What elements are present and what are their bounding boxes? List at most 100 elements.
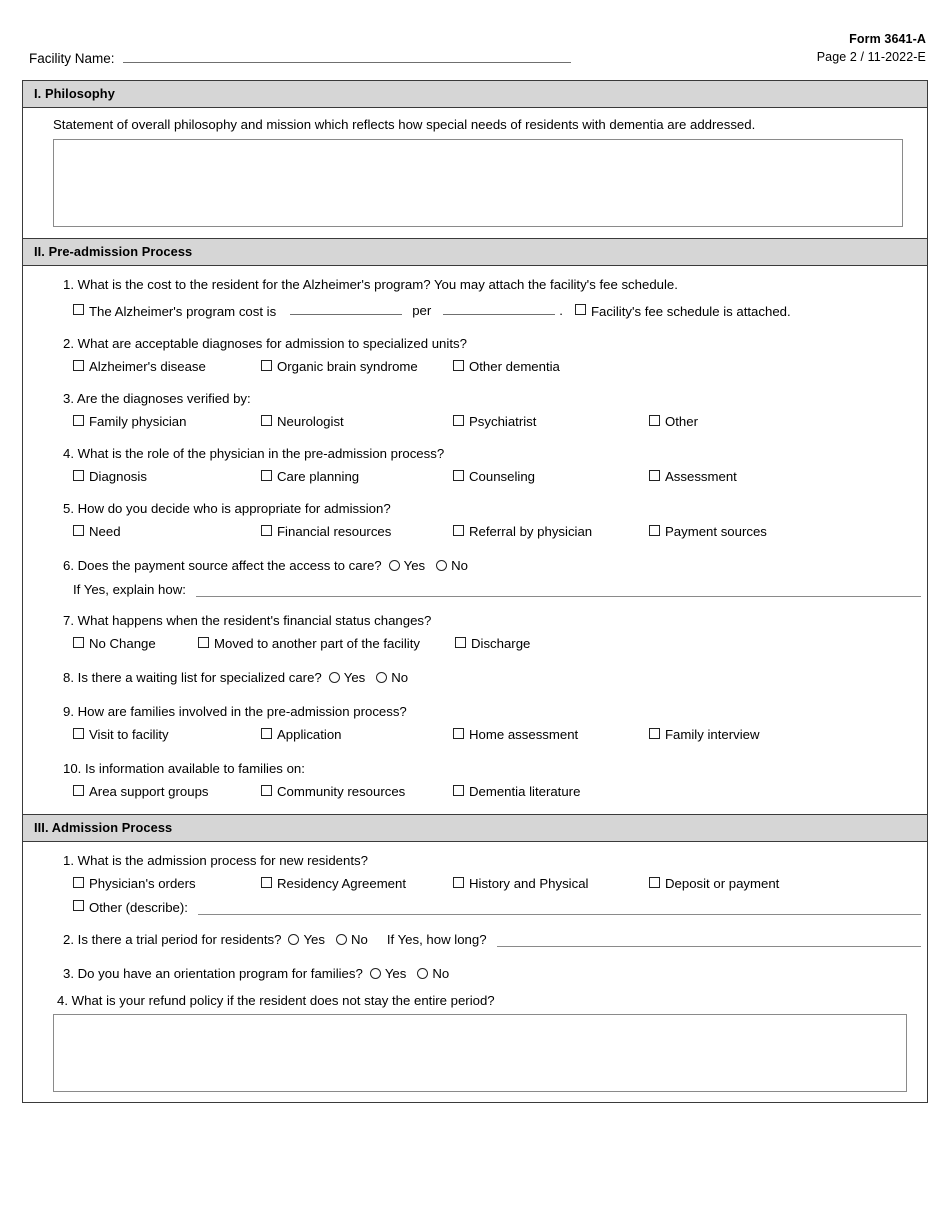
refund-policy-textarea[interactable] bbox=[53, 1014, 907, 1092]
checkbox-icon[interactable] bbox=[261, 525, 272, 536]
other-describe-input[interactable] bbox=[197, 904, 921, 915]
checkbox-option[interactable]: Residency Agreement bbox=[261, 877, 453, 891]
question-text: 2. Is there a trial period for residents… bbox=[63, 932, 282, 947]
checkbox-option[interactable]: Other bbox=[649, 415, 698, 429]
checkbox-option[interactable]: Psychiatrist bbox=[453, 415, 649, 429]
checkbox-icon[interactable] bbox=[453, 470, 464, 481]
checkbox-icon[interactable] bbox=[574, 304, 586, 315]
question-ii-4: 4. What is the role of the physician in … bbox=[63, 446, 445, 461]
checkbox-icon[interactable] bbox=[73, 360, 84, 371]
checkbox-option[interactable]: Care planning bbox=[261, 470, 453, 484]
checkbox-label: Diagnosis bbox=[89, 469, 147, 484]
checkbox-icon[interactable] bbox=[73, 304, 84, 315]
checkbox-icon[interactable] bbox=[453, 785, 464, 796]
checkbox-label: Financial resources bbox=[277, 524, 392, 539]
checkbox-option[interactable]: Alzheimer's disease bbox=[73, 360, 261, 374]
checkbox-label: No Change bbox=[89, 636, 156, 651]
checkbox-label: Care planning bbox=[277, 469, 360, 484]
checkbox-label: Deposit or payment bbox=[665, 876, 780, 891]
checkbox-option[interactable]: Neurologist bbox=[261, 415, 453, 429]
checkbox-icon[interactable] bbox=[649, 877, 660, 888]
question-ii-1: 1. What is the cost to the resident for … bbox=[63, 277, 678, 292]
checkbox-icon[interactable] bbox=[455, 637, 466, 648]
checkbox-option[interactable]: Financial resources bbox=[261, 525, 453, 539]
checkbox-option[interactable]: Dementia literature bbox=[453, 785, 580, 799]
radio-yes-icon[interactable] bbox=[328, 672, 340, 683]
radio-no-icon[interactable] bbox=[417, 968, 429, 979]
checkbox-icon[interactable] bbox=[73, 415, 84, 426]
checkbox-label: Other bbox=[665, 414, 698, 429]
radio-no-icon[interactable] bbox=[376, 672, 388, 683]
facility-name-input[interactable] bbox=[122, 48, 571, 63]
checkbox-option[interactable]: Deposit or payment bbox=[649, 877, 779, 891]
checkbox-icon[interactable] bbox=[73, 637, 84, 648]
checkbox-icon[interactable] bbox=[261, 415, 272, 426]
checkbox-icon[interactable] bbox=[453, 415, 464, 426]
checkbox-option[interactable]: Other dementia bbox=[453, 360, 560, 374]
checkbox-option-program-cost[interactable]: The Alzheimer's program cost is bbox=[73, 304, 276, 319]
checkbox-icon[interactable] bbox=[453, 877, 464, 888]
checkbox-label: Counseling bbox=[469, 469, 535, 484]
checkbox-label: Application bbox=[277, 727, 342, 742]
checkbox-icon[interactable] bbox=[453, 728, 464, 739]
checkbox-option[interactable]: Payment sources bbox=[649, 525, 767, 539]
question-iii-2: 2. Is there a trial period for residents… bbox=[23, 915, 927, 947]
checkbox-option[interactable]: Family interview bbox=[649, 728, 760, 742]
checkbox-icon[interactable] bbox=[649, 415, 660, 426]
checkbox-option[interactable]: Community resources bbox=[261, 785, 453, 799]
checkbox-option[interactable]: Application bbox=[261, 728, 453, 742]
checkbox-option-fee-schedule[interactable]: Facility's fee schedule is attached. bbox=[574, 304, 791, 319]
checkbox-icon[interactable] bbox=[73, 785, 84, 796]
checkbox-icon[interactable] bbox=[453, 360, 464, 371]
checkbox-option[interactable]: Physician's orders bbox=[73, 877, 261, 891]
checkbox-icon[interactable] bbox=[649, 728, 660, 739]
radio-yes-icon[interactable] bbox=[388, 560, 400, 571]
yes-no-group: Yes No bbox=[288, 932, 368, 947]
checkbox-option[interactable]: Moved to another part of the facility bbox=[198, 637, 455, 651]
followup-input[interactable] bbox=[195, 586, 921, 597]
checkbox-icon[interactable] bbox=[73, 728, 84, 739]
checkbox-option[interactable]: Assessment bbox=[649, 470, 737, 484]
radio-no-icon[interactable] bbox=[335, 934, 347, 945]
checkbox-option[interactable]: Counseling bbox=[453, 470, 649, 484]
checkbox-option-other[interactable]: Other (describe): bbox=[73, 900, 188, 915]
checkbox-option[interactable]: No Change bbox=[73, 637, 198, 651]
cost-amount-input[interactable] bbox=[290, 302, 403, 315]
checkbox-icon[interactable] bbox=[649, 525, 660, 536]
checkbox-icon[interactable] bbox=[261, 360, 272, 371]
cost-unit-input[interactable] bbox=[443, 302, 556, 315]
checkbox-option[interactable]: Diagnosis bbox=[73, 470, 261, 484]
checkbox-option[interactable]: Organic brain syndrome bbox=[261, 360, 453, 374]
checkbox-icon[interactable] bbox=[73, 470, 84, 481]
checkbox-option[interactable]: Referral by physician bbox=[453, 525, 649, 539]
checkbox-option[interactable]: History and Physical bbox=[453, 877, 649, 891]
checkbox-icon[interactable] bbox=[261, 877, 272, 888]
checkbox-option[interactable]: Area support groups bbox=[73, 785, 261, 799]
page-info: Page 2 / 11-2022-E bbox=[816, 50, 926, 64]
checkbox-icon[interactable] bbox=[73, 525, 84, 536]
checkbox-option[interactable]: Discharge bbox=[455, 637, 530, 651]
checkbox-option[interactable]: Need bbox=[73, 525, 261, 539]
checkbox-option[interactable]: Home assessment bbox=[453, 728, 649, 742]
philosophy-textarea[interactable] bbox=[53, 139, 903, 227]
checkbox-icon[interactable] bbox=[73, 877, 84, 888]
checkbox-icon[interactable] bbox=[198, 637, 209, 648]
radio-yes-icon[interactable] bbox=[288, 934, 300, 945]
checkbox-label: Physician's orders bbox=[89, 876, 196, 891]
trial-length-input[interactable] bbox=[496, 936, 921, 947]
checkbox-icon[interactable] bbox=[261, 470, 272, 481]
section-philosophy: Statement of overall philosophy and miss… bbox=[23, 108, 927, 227]
radio-no-icon[interactable] bbox=[436, 560, 448, 571]
checkbox-icon[interactable] bbox=[73, 900, 84, 911]
page-header: Form 3641-A Page 2 / 11-2022-E Facility … bbox=[0, 0, 950, 78]
checkbox-icon[interactable] bbox=[261, 785, 272, 796]
question-ii-8: 8. Is there a waiting list for specializ… bbox=[23, 651, 927, 685]
checkbox-icon[interactable] bbox=[649, 470, 660, 481]
checkbox-icon[interactable] bbox=[261, 728, 272, 739]
checkbox-icon[interactable] bbox=[453, 525, 464, 536]
form-body: I. Philosophy Statement of overall philo… bbox=[22, 80, 928, 1103]
radio-yes-icon[interactable] bbox=[369, 968, 381, 979]
checkbox-option[interactable]: Visit to facility bbox=[73, 728, 261, 742]
checkbox-option[interactable]: Family physician bbox=[73, 415, 261, 429]
question-ii-9-options: Visit to facility Application Home asses… bbox=[23, 719, 927, 742]
